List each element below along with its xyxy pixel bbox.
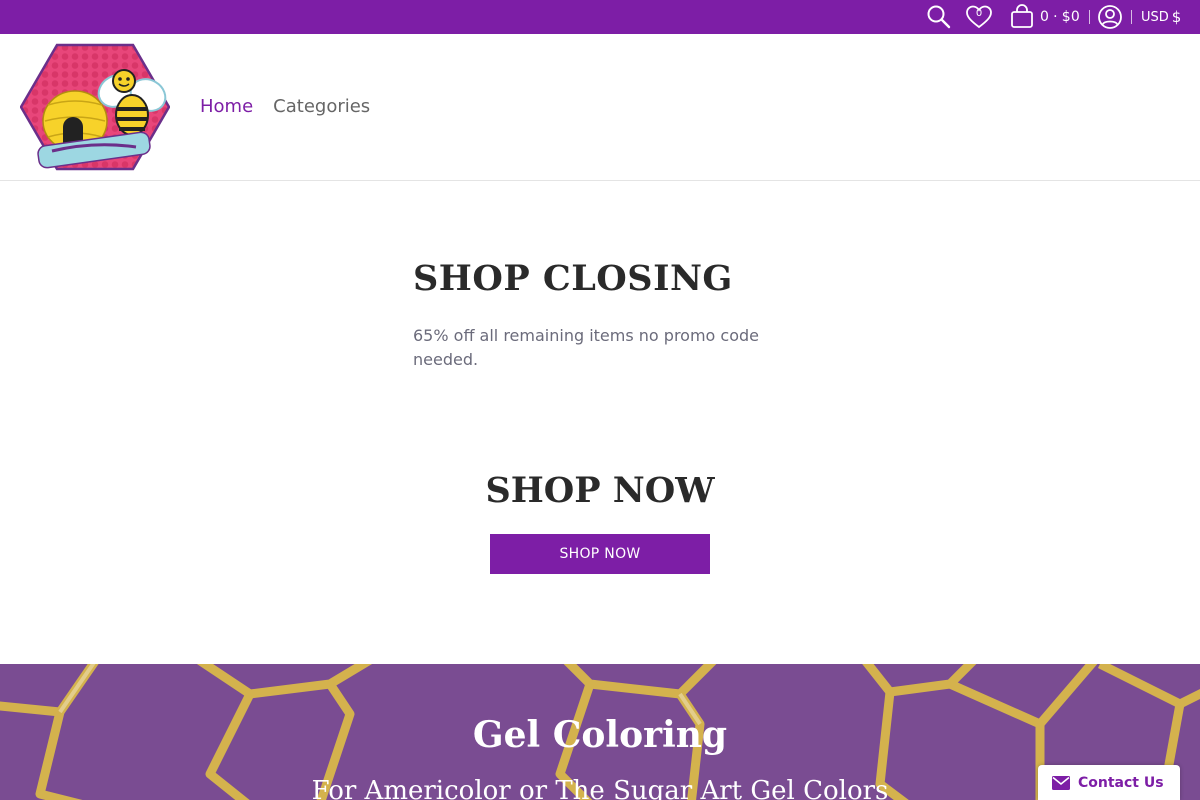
top-bar: 0 0 · $0 USD $ <box>0 0 1200 34</box>
site-header: Home Categories <box>0 34 1200 181</box>
shop-closing-title: SHOP CLOSING <box>413 258 733 299</box>
contact-us-button[interactable]: Contact Us <box>1038 765 1180 800</box>
currency-selector[interactable]: USD $ <box>1141 0 1181 34</box>
logo[interactable] <box>19 43 171 171</box>
envelope-icon <box>1052 775 1070 790</box>
search-icon <box>927 5 951 29</box>
account-button[interactable] <box>1097 0 1123 34</box>
divider <box>1089 10 1090 24</box>
divider <box>1131 10 1132 24</box>
cart-total: $0 <box>1061 9 1080 25</box>
search-button[interactable] <box>926 0 952 34</box>
contact-us-label: Contact Us <box>1078 774 1164 791</box>
cart-count: 0 <box>1040 9 1050 25</box>
shop-now-button[interactable]: SHOP NOW <box>490 534 710 574</box>
cart-summary[interactable]: 0 · $0 <box>1040 0 1080 34</box>
nav-home[interactable]: Home <box>200 96 253 117</box>
nav-categories[interactable]: Categories <box>273 96 370 117</box>
cart-separator: · <box>1053 9 1058 25</box>
banner-subtitle: For Americolor or The Sugar Art Gel Colo… <box>311 776 889 800</box>
wishlist-button[interactable]: 0 <box>965 0 993 34</box>
shop-closing-text: 65% off all remaining items no promo cod… <box>413 326 760 369</box>
cart-button[interactable] <box>1009 0 1035 34</box>
gel-coloring-banner[interactable]: Gel Coloring For Americolor or The Sugar… <box>0 664 1200 800</box>
main-nav: Home Categories <box>200 96 370 117</box>
banner-title: Gel Coloring <box>472 714 728 756</box>
cart-icon <box>1011 4 1033 28</box>
currency-code: USD <box>1141 9 1169 25</box>
logo-image <box>19 43 171 171</box>
currency-symbol: $ <box>1171 8 1182 26</box>
account-icon <box>1098 5 1122 29</box>
wishlist-count: 0 <box>975 8 983 19</box>
shop-now-title: SHOP NOW <box>485 470 715 511</box>
